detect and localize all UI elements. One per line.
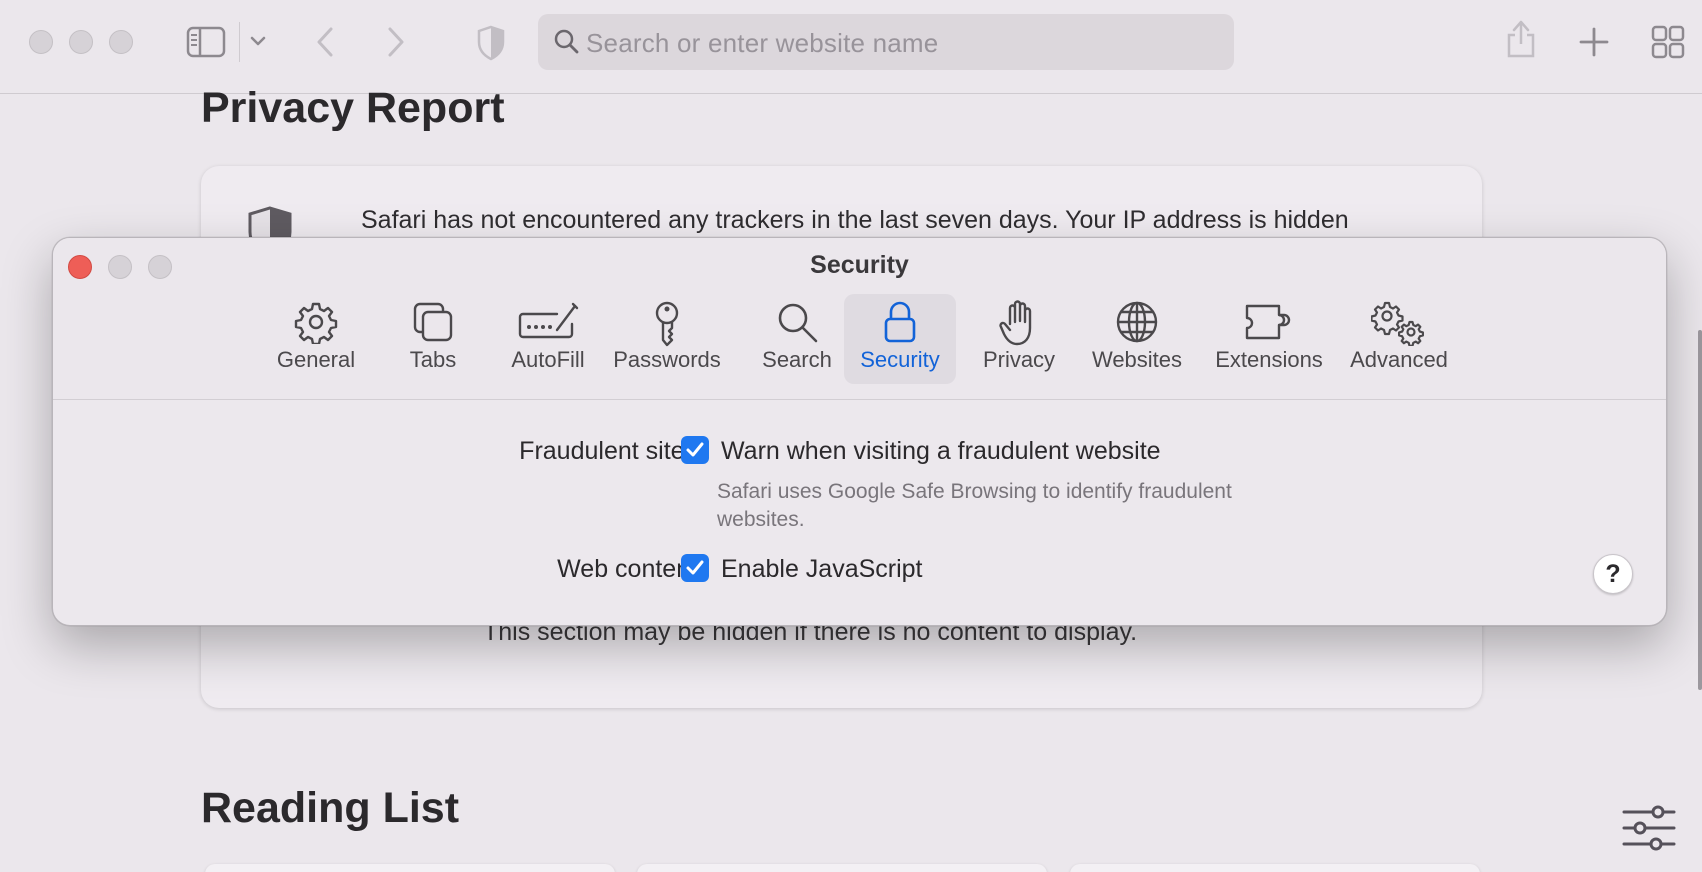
preferences-window: Security General Tabs AutoFill Passwords…	[52, 237, 1667, 626]
browser-toolbar: Search or enter website name	[0, 0, 1702, 94]
tab-advanced-label: Advanced	[1350, 347, 1448, 372]
help-button[interactable]: ?	[1593, 554, 1633, 594]
tab-privacy-label: Privacy	[982, 347, 1056, 372]
reading-list-card[interactable]	[637, 864, 1047, 872]
privacy-report-heading: Privacy Report	[201, 84, 505, 132]
forward-icon[interactable]	[385, 26, 407, 58]
tab-websites[interactable]: Websites	[1083, 294, 1191, 384]
fraudulent-warning-option[interactable]: Warn when visiting a fraudulent website	[721, 437, 1161, 466]
tab-security-label: Security	[860, 347, 940, 372]
tab-autofill[interactable]: AutoFill	[493, 294, 603, 384]
page-scrollbar[interactable]	[1698, 330, 1702, 690]
share-icon[interactable]	[1505, 18, 1537, 60]
address-bar-placeholder: Search or enter website name	[586, 28, 939, 58]
tab-passwords-label: Passwords	[613, 347, 721, 372]
tab-advanced[interactable]: Advanced	[1339, 294, 1459, 384]
search-icon	[775, 300, 819, 349]
enable-javascript-option[interactable]: Enable JavaScript	[721, 555, 923, 584]
fraudulent-sites-label: Fraudulent sites:	[519, 437, 704, 465]
reading-list-card[interactable]	[1070, 864, 1480, 872]
fraudulent-warning-checkbox[interactable]	[681, 436, 709, 464]
puzzle-icon	[1243, 300, 1295, 349]
tab-security[interactable]: Security	[844, 294, 956, 384]
hand-icon	[999, 300, 1039, 351]
window-minimize-dot[interactable]	[69, 30, 93, 54]
window-zoom-dot[interactable]	[109, 30, 133, 54]
lock-icon	[882, 300, 918, 349]
tab-websites-label: Websites	[1091, 347, 1183, 372]
tab-tabs[interactable]: Tabs	[393, 294, 473, 384]
shield-icon[interactable]	[476, 25, 506, 61]
globe-icon	[1115, 300, 1159, 349]
preferences-title: Security	[810, 251, 909, 279]
gears-icon	[1370, 300, 1427, 351]
key-icon	[651, 300, 683, 353]
tab-tabs-label: Tabs	[409, 347, 457, 372]
privacy-report-summary: Safari has not encountered any trackers …	[361, 206, 1349, 234]
autofill-icon	[517, 300, 579, 349]
security-pane: Fraudulent sites: Warn when visiting a f…	[53, 400, 1666, 625]
tab-general-label: General	[276, 347, 356, 372]
sidebar-icon[interactable]	[186, 26, 226, 58]
tab-extensions-label: Extensions	[1215, 347, 1323, 372]
tab-overview-icon[interactable]	[1651, 25, 1685, 59]
gear-icon	[294, 300, 338, 349]
tab-search-label: Search	[762, 347, 832, 372]
new-tab-plus-icon[interactable]	[1578, 26, 1610, 58]
tab-search[interactable]: Search	[748, 294, 846, 384]
tab-autofill-label: AutoFill	[511, 347, 585, 372]
preferences-titlebar: Security General Tabs AutoFill Passwords…	[53, 238, 1666, 400]
customize-start-page-icon[interactable]	[1622, 804, 1676, 857]
reading-list-heading: Reading List	[201, 784, 460, 832]
safe-browsing-hint: Safari uses Google Safe Browsing to iden…	[717, 480, 1232, 531]
reading-list-card[interactable]	[205, 864, 615, 872]
chevron-down-icon[interactable]	[249, 34, 267, 48]
search-icon	[554, 29, 580, 60]
tab-general[interactable]: General	[265, 294, 367, 384]
tab-extensions[interactable]: Extensions	[1204, 294, 1334, 384]
address-bar[interactable]: Search or enter website name	[538, 14, 1234, 70]
back-icon[interactable]	[314, 26, 336, 58]
toolbar-divider	[239, 22, 240, 62]
preferences-tabs: General Tabs AutoFill Passwords Search S…	[53, 294, 1666, 390]
tabs-icon	[411, 300, 455, 349]
enable-javascript-checkbox[interactable]	[681, 554, 709, 582]
tab-privacy[interactable]: Privacy	[970, 294, 1068, 384]
window-close-dot[interactable]	[29, 30, 53, 54]
tab-passwords[interactable]: Passwords	[604, 294, 730, 384]
